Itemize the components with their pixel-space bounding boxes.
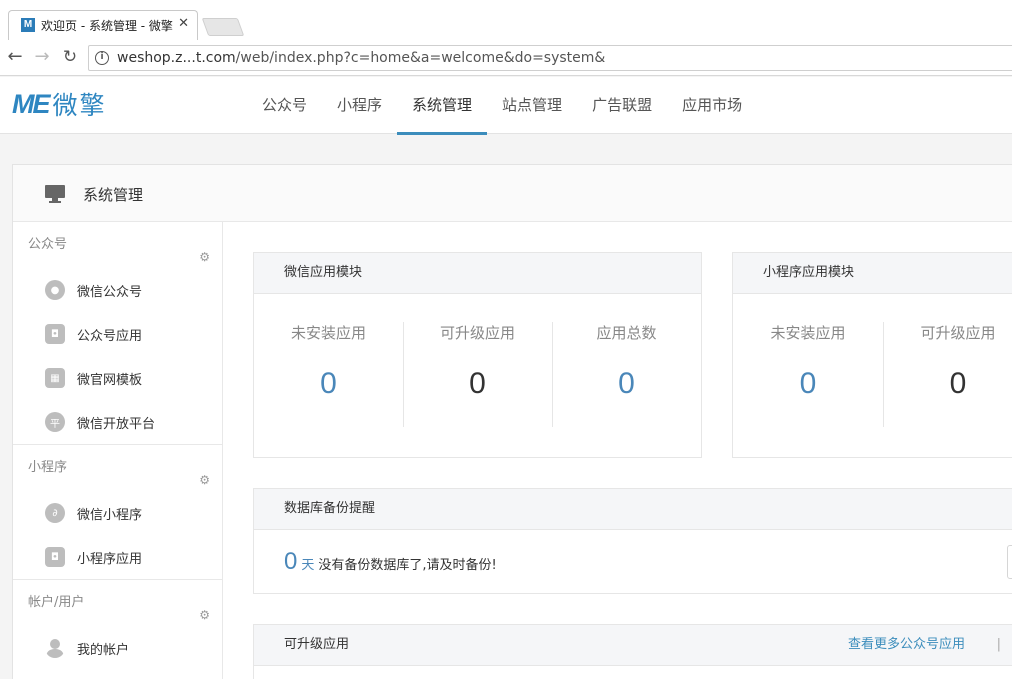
link-separator: | xyxy=(996,637,1001,652)
nav-item-system-admin[interactable]: 系统管理 xyxy=(397,77,488,135)
panel-title: 系统管理 xyxy=(83,186,144,204)
backup-unit: 天 xyxy=(301,558,315,573)
card-title: 小程序应用模块 xyxy=(733,253,1012,294)
browser-toolbar: ← → ↻ i weshop.z...t.com/web/index.php?c… xyxy=(0,40,1012,76)
nav-item-official-account[interactable]: 公众号 xyxy=(247,77,322,134)
stat-label: 可升级应用 xyxy=(439,324,515,342)
nav-item-miniprogram[interactable]: 小程序 xyxy=(322,77,397,134)
stat-value: 0 xyxy=(799,367,817,400)
sidebar-group-label: 公众号 xyxy=(28,237,68,252)
address-bar[interactable]: i weshop.z...t.com/web/index.php?c=home&… xyxy=(88,45,1012,71)
miniprogram-icon: ∂ xyxy=(45,503,65,523)
stat-total[interactable]: 应用总数 0 xyxy=(552,294,701,427)
reload-icon[interactable]: ↻ xyxy=(60,47,80,67)
sidebar-item-my-account[interactable]: 我的帐户 xyxy=(13,626,222,670)
stat-upgradable[interactable]: 可升级应用 0 xyxy=(883,294,1012,427)
tab-title: 欢迎页 - 系统管理 - 微擎 xyxy=(41,19,173,33)
nav-item-app-market[interactable]: 应用市场 xyxy=(667,77,757,134)
bag-icon: ◘ xyxy=(45,547,65,567)
stat-label: 可升级应用 xyxy=(920,324,996,342)
sidebar-group-title: 帐户/用户 ⚙ xyxy=(13,580,222,626)
wechat-modules-card: 微信应用模块 未安装应用 0 可升级应用 0 应用总数 0 xyxy=(253,252,702,458)
nav-item-ad-alliance[interactable]: 广告联盟 xyxy=(577,77,667,134)
wechat-icon: ● xyxy=(45,280,65,300)
sidebar-group-label: 帐户/用户 xyxy=(28,595,85,610)
sidebar-group-official-account: 公众号 ⚙ ● 微信公众号 ◘ 公众号应用 ▦ 微官网模板 平 微信开放平台 xyxy=(13,222,222,445)
panel-header: 系统管理 xyxy=(13,165,1012,222)
sidebar-group-miniprogram: 小程序 ⚙ ∂ 微信小程序 ◘ 小程序应用 xyxy=(13,445,222,580)
url-text[interactable]: weshop.z...t.com/web/index.php?c=home&a=… xyxy=(117,50,605,66)
new-tab-button[interactable] xyxy=(201,18,245,36)
logo-text: 微擎 xyxy=(52,91,107,120)
card-header: 可升级应用 查看更多公众号应用 | xyxy=(254,625,1012,666)
sidebar-group-title: 公众号 ⚙ xyxy=(13,222,222,268)
browser-tabbar: M 欢迎页 - 系统管理 - 微擎 ✕ xyxy=(0,0,1012,40)
sidebar-item-label: 微官网模板 xyxy=(77,372,143,388)
nav-item-site-admin[interactable]: 站点管理 xyxy=(487,77,577,134)
sidebar-group-label: 小程序 xyxy=(28,460,68,475)
backup-days: 0 xyxy=(284,548,298,575)
template-icon: ▦ xyxy=(45,368,65,388)
platform-icon: 平 xyxy=(45,412,65,432)
sidebar-item-open-platform[interactable]: 平 微信开放平台 xyxy=(13,400,222,444)
sidebar-group-title: 小程序 ⚙ xyxy=(13,445,222,491)
sidebar-item-label: 微信公众号 xyxy=(77,284,143,300)
bag-icon: ◘ xyxy=(45,324,65,344)
sidebar-item-label: 我的帐户 xyxy=(77,642,130,658)
backup-text: 没有备份数据库了,请及时备份! xyxy=(318,558,497,573)
back-arrow-icon[interactable]: ← xyxy=(5,47,25,67)
gear-icon[interactable]: ⚙ xyxy=(199,592,210,638)
stat-label: 未安装应用 xyxy=(770,324,846,342)
stats-row: 未安装应用 0 可升级应用 0 xyxy=(733,294,1012,427)
stat-label: 未安装应用 xyxy=(290,324,366,342)
sidebar-group-accounts: 帐户/用户 ⚙ 我的帐户 xyxy=(13,580,222,670)
backup-message: 0 天 没有备份数据库了,请及时备份! xyxy=(254,530,1012,594)
top-nav: 公众号 小程序 系统管理 站点管理 广告联盟 应用市场 xyxy=(247,77,757,135)
close-tab-icon[interactable]: ✕ xyxy=(178,16,189,31)
card-title: 数据库备份提醒 xyxy=(254,489,1012,530)
stat-value: 0 xyxy=(469,367,486,400)
sidebar-item-label: 微信开放平台 xyxy=(77,416,156,432)
sidebar-item-wechat-miniprogram[interactable]: ∂ 微信小程序 xyxy=(13,491,222,535)
gear-icon[interactable]: ⚙ xyxy=(199,234,210,280)
backup-action-button[interactable] xyxy=(1007,545,1012,579)
stat-uninstalled[interactable]: 未安装应用 0 xyxy=(733,294,883,414)
sidebar-item-wechat-account[interactable]: ● 微信公众号 xyxy=(13,268,222,312)
stats-row: 未安装应用 0 可升级应用 0 应用总数 0 xyxy=(254,294,701,427)
sidebar-item-label: 小程序应用 xyxy=(77,551,143,567)
logo[interactable]: ME 微擎 xyxy=(12,88,107,121)
stat-value: 0 xyxy=(320,367,337,400)
info-icon[interactable]: i xyxy=(95,51,109,65)
site-favicon-icon: M xyxy=(21,18,35,32)
miniprogram-modules-card: 小程序应用模块 未安装应用 0 可升级应用 0 xyxy=(732,252,1012,458)
stat-value: 0 xyxy=(949,367,967,400)
logo-mark: ME xyxy=(12,88,50,119)
url-path: /web/index.php?c=home&a=welcome&do=syste… xyxy=(235,50,606,66)
backup-reminder-card: 数据库备份提醒 0 天 没有备份数据库了,请及时备份! xyxy=(253,488,1012,594)
stat-value: 0 xyxy=(618,367,635,400)
forward-arrow-icon[interactable]: → xyxy=(32,47,52,67)
sidebar-item-account-apps[interactable]: ◘ 公众号应用 xyxy=(13,312,222,356)
sidebar-item-label: 公众号应用 xyxy=(77,328,143,344)
card-title: 微信应用模块 xyxy=(254,253,701,294)
browser-tab[interactable]: M 欢迎页 - 系统管理 - 微擎 ✕ xyxy=(8,10,198,40)
sidebar-item-miniprogram-apps[interactable]: ◘ 小程序应用 xyxy=(13,535,222,579)
sidebar-item-label: 微信小程序 xyxy=(77,507,143,523)
gear-icon[interactable]: ⚙ xyxy=(199,457,210,503)
stat-upgradable[interactable]: 可升级应用 0 xyxy=(403,294,552,427)
app-header: ME 微擎 公众号 小程序 系统管理 站点管理 广告联盟 应用市场 xyxy=(0,77,1012,135)
upgradable-apps-card: 可升级应用 查看更多公众号应用 | xyxy=(253,624,1012,679)
card-title: 可升级应用 xyxy=(284,637,350,652)
user-icon xyxy=(46,639,64,658)
stat-uninstalled[interactable]: 未安装应用 0 xyxy=(254,294,403,414)
sidebar: 公众号 ⚙ ● 微信公众号 ◘ 公众号应用 ▦ 微官网模板 平 微信开放平台 小… xyxy=(13,222,223,679)
url-host: weshop.z...t.com xyxy=(117,50,236,66)
monitor-icon xyxy=(45,185,65,203)
more-apps-link[interactable]: 查看更多公众号应用 xyxy=(848,625,965,665)
sidebar-item-site-templates[interactable]: ▦ 微官网模板 xyxy=(13,356,222,400)
stat-label: 应用总数 xyxy=(596,324,657,342)
